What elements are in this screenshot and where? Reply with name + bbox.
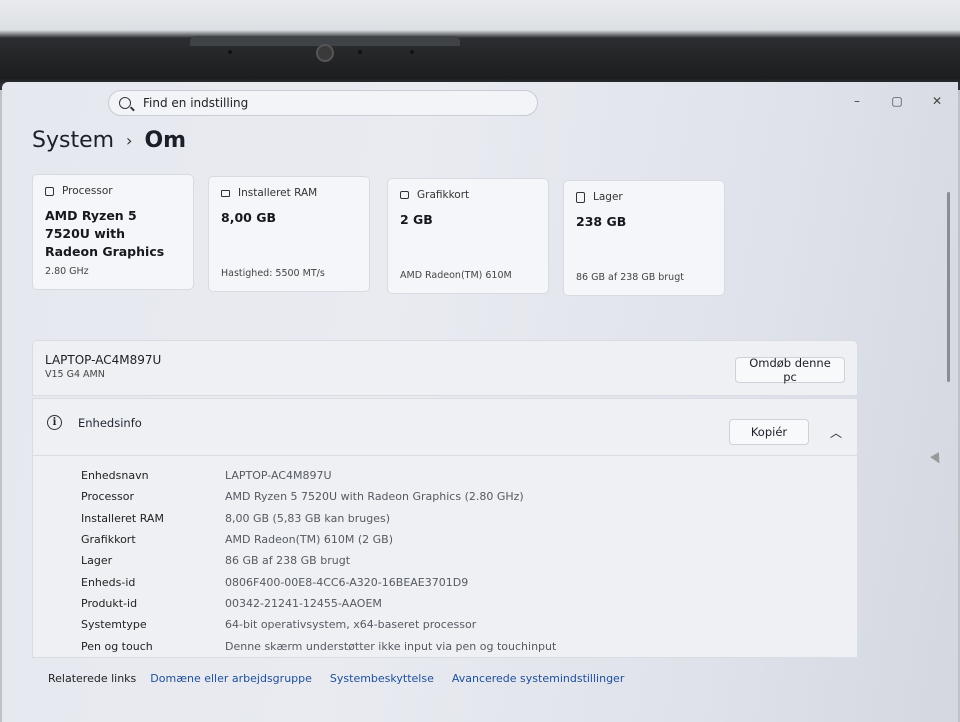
divider — [33, 455, 857, 456]
row-value: 86 GB af 238 GB brugt — [225, 554, 351, 568]
bezel-sensor — [358, 50, 362, 54]
card-title: Installeret RAM — [238, 187, 318, 199]
graphics-card: Grafikkort 2 GB AMD Radeon(TM) 610M — [387, 178, 549, 294]
row-key: Enheds-id — [81, 575, 136, 589]
bezel-sensor — [410, 50, 414, 54]
window-controls: – ▢ ✕ — [850, 94, 944, 108]
system-protection-link[interactable]: Systembeskyttelse — [330, 672, 434, 685]
copy-button[interactable]: Kopiér — [729, 419, 809, 445]
row-key: Lager — [81, 554, 113, 568]
ram-icon — [221, 189, 230, 197]
advanced-settings-link[interactable]: Avancerede systemindstillinger — [452, 672, 625, 685]
minimize-button[interactable]: – — [850, 94, 864, 108]
row-key: Grafikkort — [81, 533, 136, 547]
processor-icon — [45, 186, 54, 196]
storage-card: Lager 238 GB 86 GB af 238 GB brugt — [563, 180, 725, 296]
card-subtext: 86 GB af 238 GB brugt — [576, 272, 684, 283]
scrollbar[interactable] — [947, 192, 950, 382]
ram-card: Installeret RAM 8,00 GB Hastighed: 5500 … — [208, 176, 370, 292]
related-links-label: Relaterede links — [48, 672, 137, 685]
row-key: Systemtype — [81, 618, 147, 632]
table-row: Enheds-id 0806F400-00E8-4CC6-A320-16BEAE3… — [81, 571, 556, 592]
table-row: Produkt-id 00342-21241-12455-AAOEM — [81, 593, 556, 614]
page-title: Om — [144, 128, 187, 153]
card-title: Lager — [593, 191, 623, 203]
settings-window: – ▢ ✕ System › Om Processor AMD Ryzen 5 … — [2, 82, 958, 722]
device-info-title: Enhedsinfo — [78, 415, 142, 430]
card-value: 238 GB — [576, 214, 627, 229]
webcam — [316, 44, 334, 62]
row-value: 00342-21241-12455-AAOEM — [225, 596, 382, 610]
device-info-header[interactable]: i Enhedsinfo — [47, 415, 142, 430]
card-value: AMD Ryzen 5 7520U with Radeon Graphics — [45, 208, 165, 259]
table-row: Enhedsnavn LAPTOP-AC4M897U — [81, 465, 556, 486]
card-subtext: AMD Radeon(TM) 610M — [400, 270, 512, 281]
search-input[interactable] — [141, 95, 505, 111]
device-name: LAPTOP-AC4M897U — [45, 353, 162, 367]
related-links: Relaterede links Domæne eller arbejdsgru… — [48, 672, 624, 685]
rename-pc-button[interactable]: Omdøb denne pc — [735, 356, 845, 384]
device-info-panel: i Enhedsinfo Kopiér ︿ Enhedsnavn LAPTOP-A… — [32, 398, 858, 658]
row-key: Produkt-id — [81, 596, 138, 610]
chevron-up-icon[interactable]: ︿ — [827, 423, 845, 441]
row-key: Enhedsnavn — [81, 469, 149, 483]
table-row: Installeret RAM 8,00 GB (5,83 GB kan brug… — [81, 508, 556, 529]
breadcrumb-system[interactable]: System — [32, 128, 114, 153]
mouse-cursor-icon — [930, 452, 944, 466]
device-model: V15 G4 AMN — [45, 369, 105, 380]
row-key: Pen og touch — [81, 639, 153, 653]
table-row: Systemtype 64-bit operativsystem, x64-bas… — [81, 614, 556, 635]
row-value: Denne skærm understøtter ikke input via … — [225, 639, 557, 653]
maximize-button[interactable]: ▢ — [890, 94, 904, 108]
row-value: 64-bit operativsystem, x64-baseret proce… — [225, 618, 477, 632]
row-value: AMD Radeon(TM) 610M (2 GB) — [225, 533, 393, 547]
card-value: 2 GB — [400, 212, 433, 227]
row-value: 8,00 GB (5,83 GB kan bruges) — [225, 511, 391, 525]
card-title: Processor — [62, 185, 113, 197]
card-value: 8,00 GB — [221, 210, 276, 225]
graphics-card-icon — [400, 191, 409, 199]
info-icon: i — [47, 415, 62, 430]
storage-icon — [576, 191, 585, 203]
breadcrumb: System › Om — [32, 128, 186, 153]
row-key: Installeret RAM — [81, 511, 164, 525]
device-info-table: Enhedsnavn LAPTOP-AC4M897U Processor AMD R… — [81, 465, 556, 657]
table-row: Grafikkort AMD Radeon(TM) 610M (2 GB) — [81, 529, 556, 550]
card-subtext: 2.80 GHz — [45, 266, 89, 277]
card-subtext: Hastighed: 5500 MT/s — [221, 268, 325, 279]
table-row: Pen og touch Denne skærm understøtter ikk… — [81, 635, 556, 656]
chevron-right-icon: › — [126, 131, 133, 150]
processor-card: Processor AMD Ryzen 5 7520U with Radeon … — [32, 174, 194, 290]
device-name-panel: LAPTOP-AC4M897U V15 G4 AMN Omdøb denne p… — [32, 340, 858, 396]
card-title: Grafikkort — [417, 189, 470, 201]
table-row: Processor AMD Ryzen 5 7520U with Radeon G… — [81, 486, 556, 507]
table-row: Lager 86 GB af 238 GB brugt — [81, 550, 556, 571]
search-icon — [119, 97, 131, 109]
bezel-sensor — [228, 50, 232, 54]
row-key: Processor — [81, 490, 134, 504]
row-value: AMD Ryzen 5 7520U with Radeon Graphics (… — [225, 490, 524, 504]
close-button[interactable]: ✕ — [930, 94, 944, 108]
domain-workgroup-link[interactable]: Domæne eller arbejdsgruppe — [150, 672, 312, 685]
row-value: LAPTOP-AC4M897U — [225, 469, 332, 483]
row-value: 0806F400-00E8-4CC6-A320-16BEAE3701D9 — [225, 575, 469, 589]
search-box[interactable] — [108, 90, 538, 116]
laptop-bezel — [0, 0, 960, 90]
